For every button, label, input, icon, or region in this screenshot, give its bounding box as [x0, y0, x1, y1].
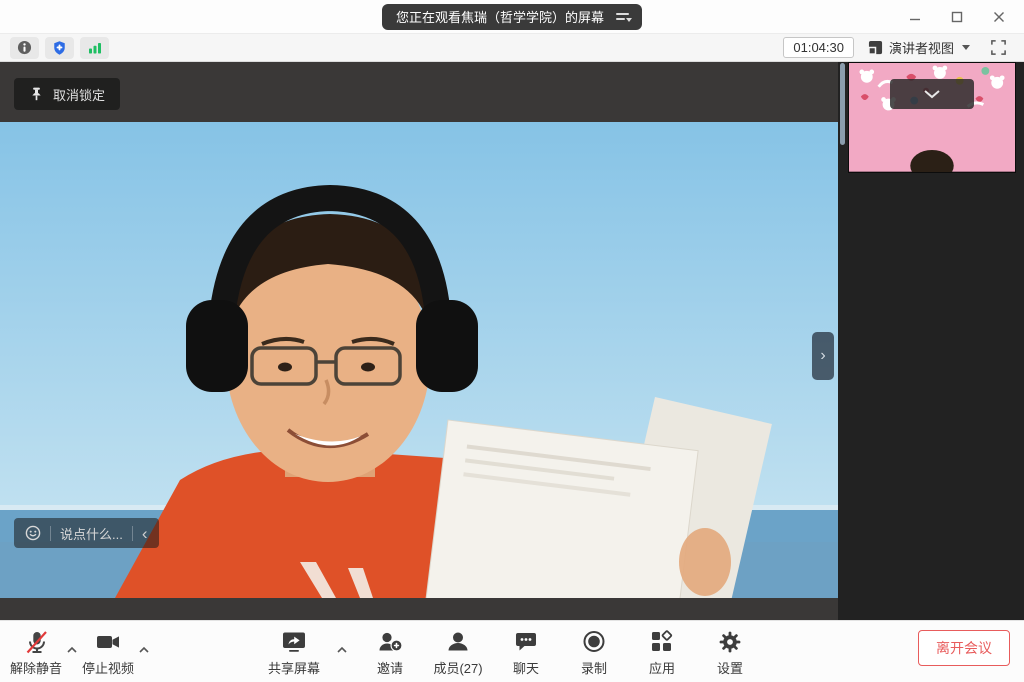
- minimize-icon: [909, 11, 921, 23]
- view-mode-button[interactable]: 演讲者视图: [860, 36, 978, 59]
- invite-person-icon: [377, 629, 403, 655]
- invite-label: 邀请: [377, 658, 403, 677]
- close-button[interactable]: [978, 0, 1020, 34]
- watching-banner[interactable]: 您正在观看焦瑞（哲学学院）的屏幕: [382, 4, 642, 30]
- meeting-timer: 01:04:30: [783, 37, 854, 58]
- emoji-icon[interactable]: [25, 525, 41, 541]
- share-screen-button[interactable]: 共享屏幕: [268, 628, 320, 677]
- unpin-label: 取消锁定: [53, 85, 105, 104]
- av-controls: 解除静音 停止视频: [10, 621, 150, 682]
- maximize-icon: [951, 11, 963, 23]
- chevron-up-icon: [66, 646, 78, 654]
- fullscreen-icon: [990, 39, 1007, 56]
- control-toolbar: 解除静音 停止视频: [0, 620, 1024, 682]
- caption-divider: [132, 526, 133, 541]
- fullscreen-button[interactable]: [984, 37, 1012, 59]
- mic-options-caret[interactable]: [66, 628, 78, 659]
- expand-chevron-icon: ›: [820, 347, 825, 365]
- info-icon: [17, 40, 32, 55]
- window-controls: [894, 0, 1020, 34]
- scroll-more-participants-button[interactable]: [890, 79, 974, 109]
- minimize-button[interactable]: [894, 0, 936, 34]
- close-icon: [993, 11, 1005, 23]
- meeting-info-button[interactable]: [10, 37, 39, 59]
- share-screen-label: 共享屏幕: [268, 658, 320, 677]
- maximize-button[interactable]: [936, 0, 978, 34]
- view-mode-caret-icon: [962, 45, 970, 50]
- main-area: 取消锁定 说点什么... ‹ ›: [0, 62, 1024, 620]
- sidebar-scrollbar[interactable]: [840, 63, 845, 145]
- signal-bars-icon: [87, 40, 103, 55]
- share-options-caret[interactable]: [336, 628, 348, 659]
- speaker-stage: 取消锁定 说点什么... ‹ ›: [0, 62, 838, 620]
- quick-message-bar[interactable]: 说点什么... ‹: [14, 518, 159, 548]
- camera-icon: [95, 629, 121, 655]
- speaker-view-icon: [868, 40, 883, 55]
- participant-tile-partial[interactable]: [848, 62, 1016, 173]
- video-options-caret[interactable]: [138, 628, 150, 659]
- security-shield-button[interactable]: [45, 37, 74, 59]
- record-icon: [581, 629, 607, 655]
- meeting-toolbar: 01:04:30 演讲者视图: [0, 34, 1024, 62]
- mic-muted-icon: [23, 629, 49, 655]
- chat-button[interactable]: 聊天: [500, 628, 552, 677]
- members-icon: [445, 629, 471, 655]
- unpin-button[interactable]: 取消锁定: [14, 78, 120, 110]
- window-title-bar: 您正在观看焦瑞（哲学学院）的屏幕: [0, 0, 1024, 34]
- caption-divider: [50, 526, 51, 541]
- collapse-caption-icon[interactable]: ‹: [142, 525, 148, 542]
- chevron-down-icon: [923, 89, 941, 99]
- participants-sidebar: 焦瑞（哲学学院）的...: [838, 62, 1024, 620]
- stop-video-label: 停止视频: [82, 658, 134, 677]
- apps-label: 应用: [649, 658, 675, 677]
- chevron-up-icon: [138, 646, 150, 654]
- stop-video-button[interactable]: 停止视频: [82, 628, 134, 677]
- panel-expand-handle[interactable]: ›: [812, 332, 834, 380]
- chevron-up-icon: [336, 646, 348, 654]
- members-button[interactable]: 成员(27): [432, 628, 484, 677]
- settings-label: 设置: [717, 658, 743, 677]
- chat-label: 聊天: [513, 658, 539, 677]
- shield-icon: [52, 40, 67, 56]
- banner-options-icon[interactable]: [616, 13, 632, 20]
- watching-banner-text: 您正在观看焦瑞（哲学学院）的屏幕: [396, 7, 604, 26]
- network-signal-button[interactable]: [80, 37, 109, 59]
- apps-grid-icon: [649, 629, 675, 655]
- members-label: 成员(27): [433, 658, 482, 677]
- leave-meeting-button[interactable]: 离开会议: [918, 630, 1010, 666]
- meeting-controls: 共享屏幕 邀请: [268, 621, 756, 677]
- invite-button[interactable]: 邀请: [364, 628, 416, 677]
- record-label: 录制: [581, 658, 607, 677]
- share-screen-icon: [281, 629, 307, 655]
- apps-button[interactable]: 应用: [636, 628, 688, 677]
- record-button[interactable]: 录制: [568, 628, 620, 677]
- message-placeholder[interactable]: 说点什么...: [60, 524, 123, 543]
- settings-button[interactable]: 设置: [704, 628, 756, 677]
- view-mode-label: 演讲者视图: [889, 38, 954, 57]
- unmute-button[interactable]: 解除静音: [10, 628, 62, 677]
- gear-icon: [717, 629, 743, 655]
- unmute-label: 解除静音: [10, 658, 62, 677]
- chat-bubble-icon: [513, 629, 539, 655]
- pin-icon: [29, 86, 44, 102]
